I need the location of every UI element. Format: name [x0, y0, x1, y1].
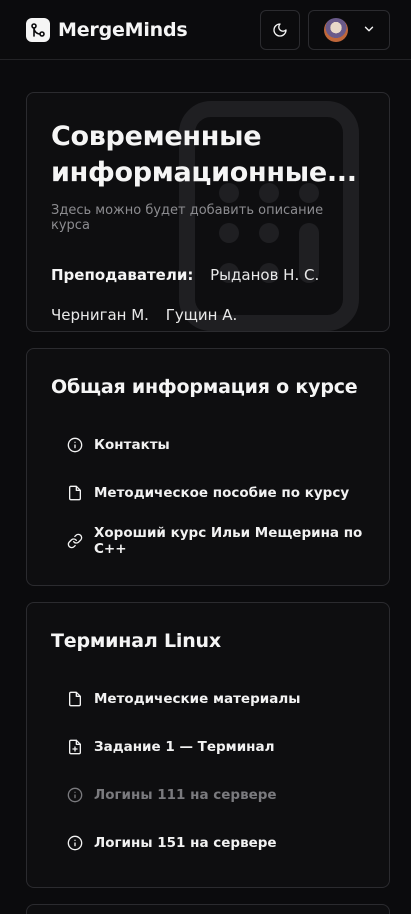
course-description: Здесь можно будет добавить описание курс…: [51, 203, 324, 233]
file-icon: [67, 485, 83, 501]
item-label: Контакты: [94, 437, 170, 453]
teachers-list: Преподаватели: Рыданов Н. С. Черниган М.…: [51, 255, 365, 331]
teacher-name: Рыданов Н. С.: [210, 266, 320, 284]
info-icon: [67, 437, 83, 453]
avatar: [324, 17, 348, 42]
section-item-assignment[interactable]: Задание 1 — Терминал: [51, 723, 365, 771]
teachers-label: Преподаватели:: [51, 266, 194, 284]
top-bar: MergeMinds: [0, 0, 411, 60]
app-name: MergeMinds: [58, 18, 188, 41]
item-label: Методическое пособие по курсу: [94, 485, 350, 501]
section-item-contacts[interactable]: Контакты: [51, 421, 365, 469]
section-linux-terminal: Терминал Linux Методические материалы За…: [26, 602, 390, 888]
section-general-info: Общая информация о курсе Контакты Методи…: [26, 348, 390, 586]
teacher-name: Черниган М.: [51, 306, 149, 324]
file-plus-icon: [67, 739, 83, 755]
section-item-manual[interactable]: Методическое пособие по курсу: [51, 469, 365, 517]
course-title: Современные информационные...: [51, 121, 357, 188]
section-next-partial: [26, 904, 390, 914]
teacher-name: Гущин А.: [165, 306, 238, 324]
user-menu-button[interactable]: [308, 9, 390, 50]
section-item-materials[interactable]: Методические материалы: [51, 675, 365, 723]
section-item-logins-151[interactable]: Логины 151 на сервере: [51, 819, 365, 867]
item-label: Логины 111 на сервере: [94, 787, 277, 803]
theme-toggle-button[interactable]: [260, 9, 300, 50]
course-header-card: Современные информационные... Здесь можн…: [26, 92, 390, 332]
section-item-link[interactable]: Хороший курс Ильи Мещерина по C++: [51, 517, 365, 565]
section-item-logins-111[interactable]: Логины 111 на сервере: [51, 771, 365, 819]
main-content: Современные информационные... Здесь можн…: [0, 60, 411, 914]
item-label: Методические материалы: [94, 691, 301, 707]
chevron-down-icon: [362, 22, 378, 38]
file-icon: [67, 691, 83, 707]
link-icon: [67, 533, 83, 549]
item-label: Задание 1 — Терминал: [94, 739, 275, 755]
item-label: Логины 151 на сервере: [94, 835, 277, 851]
info-icon: [67, 787, 83, 803]
git-merge-icon: [26, 17, 50, 42]
section-title: Общая информация о курсе: [51, 376, 358, 398]
moon-icon: [272, 22, 288, 38]
info-icon: [67, 835, 83, 851]
brand[interactable]: MergeMinds: [26, 17, 188, 42]
item-label: Хороший курс Ильи Мещерина по C++: [94, 525, 363, 557]
section-title: Терминал Linux: [51, 630, 221, 652]
